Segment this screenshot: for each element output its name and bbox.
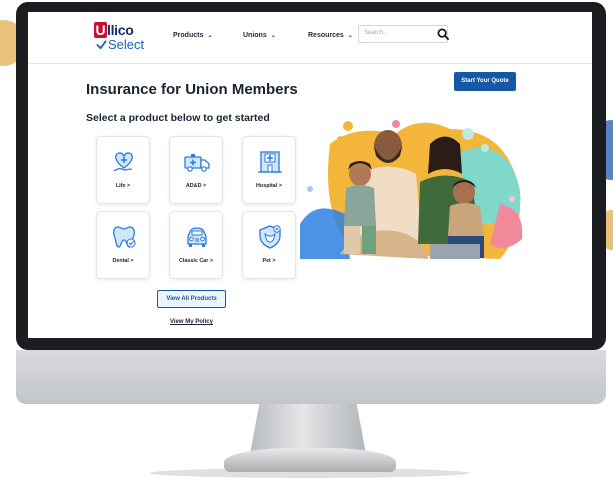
product-card-hospital[interactable]: Hospital > [242, 136, 296, 204]
chevron-down-icon: ⌄ [207, 33, 213, 39]
start-quote-button[interactable]: Start Your Quote [454, 72, 516, 91]
chevron-down-icon: ⌄ [347, 33, 353, 39]
product-label: AD&D > [185, 183, 207, 189]
nav-resources[interactable]: Resources ⌄ [308, 32, 353, 39]
product-label: Pet > [262, 258, 276, 264]
site-header: U llico Select Products ⌄ Unions ⌄ Resourc… [28, 12, 592, 64]
logo-mark: U [94, 22, 107, 38]
page-title: Insurance for Union Members [86, 81, 298, 98]
search-input[interactable]: Search... [358, 25, 450, 43]
family-hero-image [300, 120, 523, 259]
view-all-products-button[interactable]: View All Products [157, 290, 226, 308]
logo-wordmark: llico [107, 22, 134, 38]
tooth-icon [113, 226, 136, 248]
heart-hand-icon [113, 152, 133, 172]
monitor-chin [16, 350, 606, 404]
product-card-add[interactable]: AD&D > [169, 136, 223, 204]
monitor-stand-neck [250, 404, 366, 454]
view-my-policy-link[interactable]: View My Policy [170, 319, 213, 325]
logo-subword: Select [108, 37, 145, 52]
product-card-pet[interactable]: Pet > [242, 211, 296, 279]
product-card-life[interactable]: Life > [96, 136, 150, 204]
pet-shield-icon [259, 225, 281, 249]
product-label: Dental > [112, 258, 134, 264]
product-label: Hospital > [256, 183, 282, 189]
nav-label: Resources [308, 32, 344, 39]
scene: U llico Select Products ⌄ Unions ⌄ Resourc… [0, 0, 613, 482]
checkmark-icon [96, 40, 107, 50]
nav-products[interactable]: Products ⌄ [173, 32, 212, 39]
search-placeholder: Search... [364, 30, 389, 36]
nav-unions[interactable]: Unions ⌄ [243, 32, 276, 39]
hospital-icon [258, 151, 282, 173]
nav-label: Unions [243, 32, 267, 39]
nav-label: Products [173, 32, 204, 39]
ambulance-icon [184, 154, 210, 172]
classic-car-icon [187, 227, 207, 247]
product-card-classic-car[interactable]: Classic Car > [169, 211, 223, 279]
page-subtitle: Select a product below to get started [86, 112, 270, 124]
monitor-stand-base [224, 448, 396, 472]
product-card-dental[interactable]: Dental > [96, 211, 150, 279]
chevron-down-icon: ⌄ [270, 33, 276, 39]
product-label: Life > [115, 183, 131, 189]
ullico-select-logo[interactable]: U llico Select [94, 22, 150, 54]
search-icon[interactable] [437, 28, 450, 41]
website-screen: U llico Select Products ⌄ Unions ⌄ Resourc… [28, 12, 592, 338]
product-label: Classic Car > [178, 258, 213, 264]
